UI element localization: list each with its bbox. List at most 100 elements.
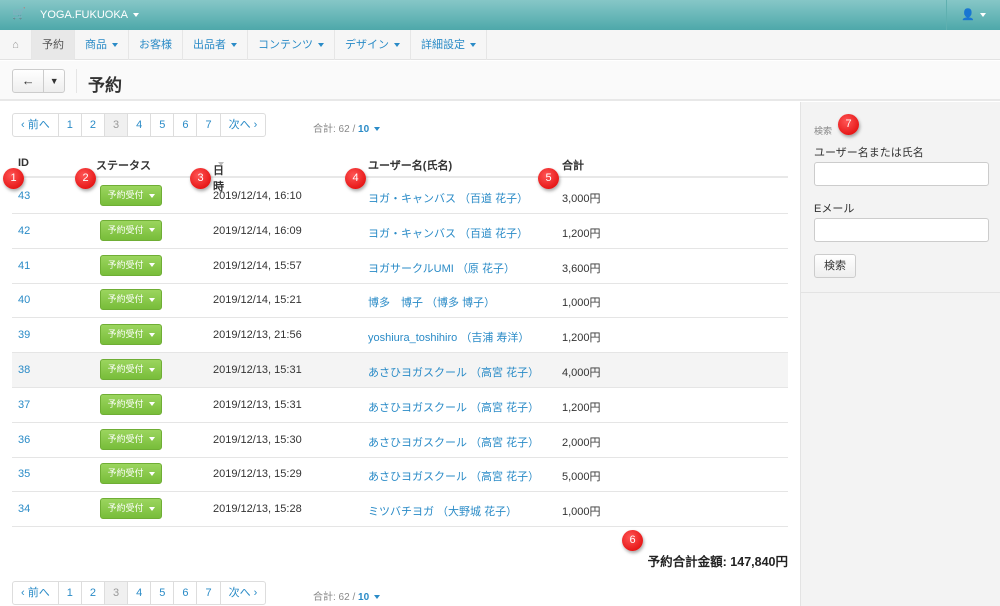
status-dropdown[interactable]: 予約受付 [100,185,162,206]
page-5[interactable]: 5 [151,582,175,604]
email-input[interactable] [814,218,989,242]
user-link[interactable]: ミツバチヨガ （大野城 花子） [368,503,517,519]
chevron-down-icon [112,43,118,48]
col-total[interactable]: 合計 [562,157,584,173]
prev-page[interactable]: ‹ 前へ [13,114,59,136]
page-7[interactable]: 7 [197,582,221,604]
col-user[interactable]: ユーザー名(氏名) [368,157,452,173]
reservation-id-link[interactable]: 38 [18,364,30,376]
page-6[interactable]: 6 [174,582,198,604]
nav-label: デザイン [345,39,389,51]
page-1[interactable]: 1 [59,582,82,604]
back-button-group: ← ▼ [12,69,65,93]
annotation-marker: 2 [75,168,96,189]
reservation-id-link[interactable]: 41 [18,260,30,272]
status-label: 予約受付 [107,190,144,200]
brand-name: YOGA.FUKUOKA [40,9,129,21]
annotation-marker: 6 [622,530,643,551]
status-dropdown[interactable]: 予約受付 [100,324,162,346]
user-menu[interactable]: 👤 [946,0,1000,30]
user-link[interactable]: ヨガ・キャンバス （百道 花子） [368,190,528,206]
user-link[interactable]: ヨガサークルUMI （原 花子） [368,260,515,276]
reservation-id-link[interactable]: 35 [18,468,30,480]
status-dropdown[interactable]: 予約受付 [100,289,162,311]
page-7[interactable]: 7 [197,114,221,136]
nav-label: 出品者 [193,39,226,51]
reservation-total: 1,000円 [562,506,601,519]
prev-page[interactable]: ‹ 前へ [13,582,59,604]
reservation-id-link[interactable]: 40 [18,294,30,306]
reservation-date: 2019/12/13, 15:30 [213,433,302,446]
status-dropdown[interactable]: 予約受付 [100,428,162,450]
page-5[interactable]: 5 [151,114,175,136]
main-nav: ⌂ 予約 商品 お客様 出品者 コンテンツ デザイン 詳細設定 [0,30,1000,60]
page-4[interactable]: 4 [128,114,152,136]
status-label: 予約受付 [107,503,144,514]
status-dropdown[interactable]: 予約受付 [100,254,162,276]
back-dropdown-toggle[interactable]: ▼ [44,70,64,92]
annotation-marker: 4 [345,168,366,189]
user-link[interactable]: あさひヨガスクール （高宮 花子） [368,468,539,484]
status-dropdown[interactable]: 予約受付 [100,498,162,520]
reservation-total: 4,000円 [562,367,601,379]
reservation-date: 2019/12/14, 15:21 [213,294,302,307]
per-page-selector[interactable]: 10 [358,124,381,135]
reservation-total: 1,200円 [562,227,601,240]
top-bar: 🛒 YOGA.FUKUOKA 👤 [0,0,1000,30]
reservation-total: 3,000円 [562,193,601,205]
page-4[interactable]: 4 [128,582,152,604]
status-dropdown[interactable]: 予約受付 [100,463,162,485]
annotation-marker: 3 [190,168,211,189]
status-dropdown[interactable]: 予約受付 [100,219,162,241]
page-3[interactable]: 3 [104,114,129,136]
reservation-date: 2019/12/13, 15:31 [213,364,302,376]
page-1[interactable]: 1 [59,114,82,136]
page-6[interactable]: 6 [174,114,198,136]
chevron-down-icon [148,263,155,268]
name-input[interactable] [814,162,989,186]
nav-reservations[interactable]: 予約 [32,30,75,60]
name-label: ユーザー名または氏名 [814,147,924,159]
user-link[interactable]: ヨガ・キャンバス （百道 花子） [368,225,528,241]
status-dropdown[interactable]: 予約受付 [100,393,162,415]
table-row: 36 予約受付 2019/12/13, 15:30 あさひヨガスクール （高宮 … [12,423,788,458]
nav-design[interactable]: デザイン [335,30,411,60]
page-2[interactable]: 2 [82,582,105,604]
status-dropdown[interactable]: 予約受付 [100,359,162,380]
page-2[interactable]: 2 [82,114,105,136]
reservation-id-link[interactable]: 39 [18,329,30,341]
user-link[interactable]: 博多 博子 （博多 博子） [368,294,495,310]
nav-products[interactable]: 商品 [75,30,129,60]
reservation-id-link[interactable]: 36 [18,434,30,446]
per-page-selector[interactable]: 10 [358,592,381,603]
table-header: ID ステータス 日時 ユーザー名(氏名) 合計 [12,152,788,193]
reservation-total: 2,000円 [562,436,601,449]
divider [76,69,77,93]
reservation-id-link[interactable]: 43 [18,190,30,202]
next-page[interactable]: 次へ › [221,582,266,604]
user-link[interactable]: yoshiura_toshihiro （吉浦 寿洋） [368,329,529,345]
nav-customers[interactable]: お客様 [129,30,183,60]
search-button[interactable]: 検索 [814,254,856,278]
user-link[interactable]: あさひヨガスクール （高宮 花子） [368,364,539,380]
next-page[interactable]: 次へ › [221,114,266,136]
store-selector[interactable]: YOGA.FUKUOKA [40,9,140,21]
email-label: Eメール [814,203,855,215]
col-id[interactable]: ID [18,157,29,169]
back-arrow-icon[interactable]: ← [13,70,45,92]
sort-icon [218,162,224,166]
chevron-down-icon [470,43,476,48]
page-3[interactable]: 3 [104,582,129,604]
reservation-id-link[interactable]: 37 [18,399,30,411]
nav-settings[interactable]: 詳細設定 [411,30,487,60]
nav-sellers[interactable]: 出品者 [183,30,248,60]
nav-contents[interactable]: コンテンツ [248,30,335,60]
reservation-id-link[interactable]: 42 [18,225,30,237]
user-link[interactable]: あさひヨガスクール （高宮 花子） [368,434,539,450]
home-icon[interactable]: ⌂ [0,30,32,60]
reservation-date: 2019/12/14, 16:09 [213,224,302,237]
reservation-id-link[interactable]: 34 [18,503,30,515]
user-link[interactable]: あさひヨガスクール （高宮 花子） [368,399,539,415]
col-status[interactable]: ステータス [96,157,151,173]
cart-icon[interactable]: 🛒 [12,7,26,20]
